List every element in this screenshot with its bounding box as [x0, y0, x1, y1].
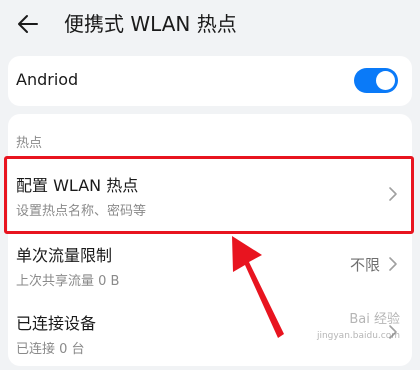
watermark: Bai 经验 jingyan.baidu.com: [317, 312, 400, 344]
watermark-text: Bai 经验: [349, 312, 400, 327]
watermark-url: jingyan.baidu.com: [316, 331, 400, 341]
page: 便携式 WLAN 热点 Andriod 热点 配置 WLAN 热点 设置热点名称…: [0, 0, 420, 370]
